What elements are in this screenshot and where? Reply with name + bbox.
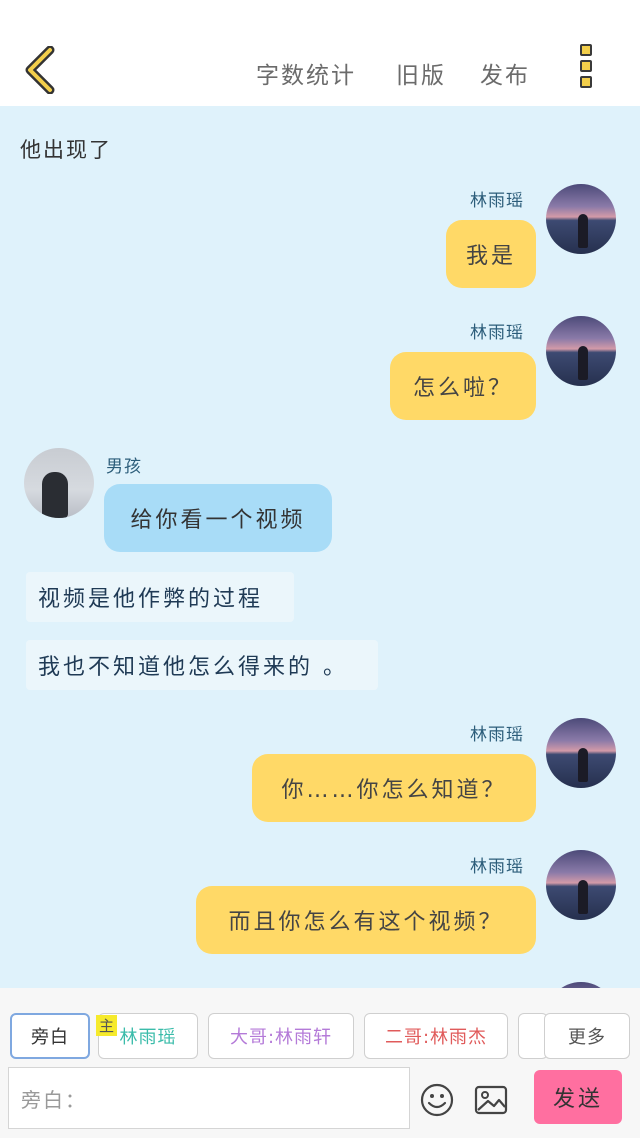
speaker-name: 林雨瑶 <box>470 191 524 211</box>
narration-bubble[interactable]: 视频是他作弊的过程 <box>26 572 294 622</box>
old-version-link[interactable]: 旧版 <box>396 56 446 90</box>
speaker-name: 林雨瑶 <box>470 323 524 343</box>
chat-area[interactable]: 他出现了 林雨瑶 我是 林雨瑶 怎么啦？ 男孩 给你看一个视频 视频是他作弊的过… <box>0 106 640 988</box>
avatar[interactable] <box>546 184 616 254</box>
main-role-badge: 主 <box>96 1015 118 1036</box>
speaker-name: 男孩 <box>106 457 142 477</box>
narration-text: 他出现了 <box>20 138 112 162</box>
message-bubble[interactable]: 怎么啦？ <box>390 352 536 420</box>
narration-bubble[interactable]: 我也不知道他怎么得来的 。 <box>26 640 378 690</box>
image-icon[interactable] <box>474 1083 508 1117</box>
emoji-icon[interactable] <box>420 1083 454 1117</box>
message-bubble[interactable]: 我是 <box>446 220 536 288</box>
publish-link[interactable]: 发布 <box>480 56 530 90</box>
word-count-link[interactable]: 字数统计 <box>256 56 356 90</box>
role-brother2-button[interactable]: 二哥:林雨杰 <box>364 1013 508 1059</box>
speaker-name: 林雨瑶 <box>470 857 524 877</box>
message-input[interactable]: 旁白： <box>8 1067 410 1129</box>
more-menu-icon[interactable] <box>578 44 600 96</box>
speaker-name: 林雨瑶 <box>470 725 524 745</box>
avatar[interactable] <box>546 316 616 386</box>
avatar[interactable] <box>546 850 616 920</box>
message-bubble[interactable]: 而且你怎么有这个视频？ <box>196 886 536 954</box>
back-arrow-icon[interactable] <box>22 46 62 94</box>
message-bubble[interactable]: 给你看一个视频 <box>104 484 332 552</box>
more-roles-button[interactable]: 更多 <box>544 1013 630 1059</box>
top-bar: 字数统计 旧版 发布 <box>0 0 640 106</box>
message-bubble[interactable]: 你……你怎么知道？ <box>252 754 536 822</box>
role-narrator-button[interactable]: 旁白 <box>10 1013 90 1059</box>
avatar[interactable] <box>24 448 94 518</box>
composer-panel: 旁白 林雨瑶 主 大哥:林雨轩 二哥:林雨杰 更多 旁白： 发送 <box>0 988 640 1138</box>
avatar[interactable] <box>546 718 616 788</box>
role-brother1-button[interactable]: 大哥:林雨轩 <box>208 1013 354 1059</box>
send-button[interactable]: 发送 <box>534 1070 622 1124</box>
